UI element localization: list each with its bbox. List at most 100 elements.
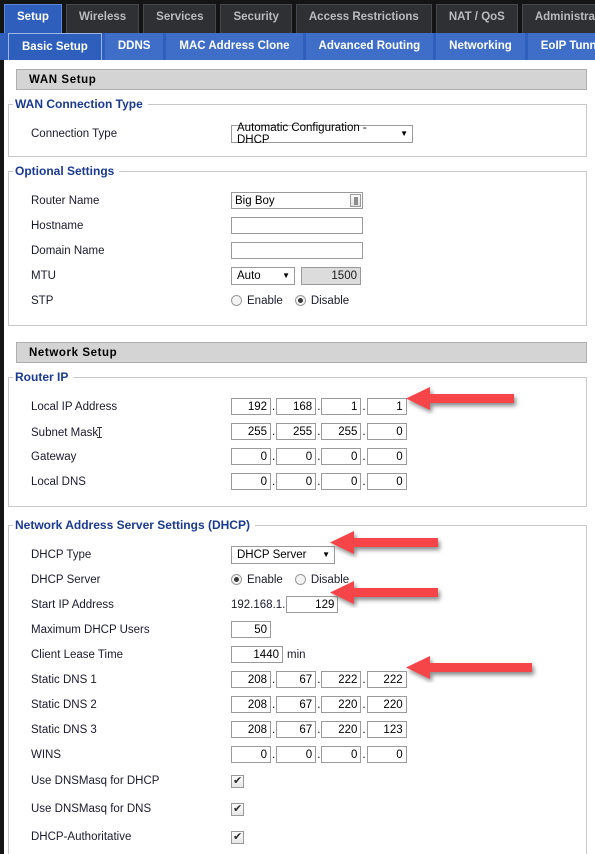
row-static-dns-1: Static DNS 1 . . . xyxy=(9,667,586,692)
tab-access-restrictions[interactable]: Access Restrictions xyxy=(295,4,432,33)
resize-handle-icon[interactable] xyxy=(350,194,361,207)
label-gateway: Gateway xyxy=(31,450,77,463)
tab-nat-qos[interactable]: NAT / QoS xyxy=(435,4,518,33)
subtab-mac-address-clone[interactable]: MAC Address Clone xyxy=(166,33,303,60)
start-ip-last-octet-input[interactable] xyxy=(286,596,339,613)
gateway-octet-3[interactable] xyxy=(321,448,362,465)
tab-setup-label: Setup xyxy=(17,11,49,23)
local-dns-octet-1[interactable] xyxy=(231,473,271,490)
checkbox-use-dnsmasq-for-dhcp[interactable] xyxy=(231,774,244,788)
subtab-mac-address-clone-label: MAC Address Clone xyxy=(179,40,290,52)
chevron-down-icon: ▼ xyxy=(400,129,408,138)
tab-wireless[interactable]: Wireless xyxy=(65,4,140,33)
tab-services[interactable]: Services xyxy=(143,4,217,33)
local-dns-octet-3[interactable] xyxy=(321,473,362,490)
router-name-input[interactable] xyxy=(231,192,363,209)
subnet-mask-octet-3[interactable] xyxy=(321,423,362,440)
tab-services-label: Services xyxy=(156,11,204,23)
group-router-ip: Router IP Local IP Address . . . Subnet … xyxy=(8,370,587,507)
static-dns-1-octet-1[interactable] xyxy=(231,671,271,688)
subtab-advanced-routing-label: Advanced Routing xyxy=(318,40,421,52)
subnet-mask-octet-1[interactable] xyxy=(231,423,271,440)
radio-stp-enable[interactable]: Enable xyxy=(231,295,283,307)
radio-dhcp-server-disable[interactable]: Disable xyxy=(294,574,349,586)
tab-setup[interactable]: Setup xyxy=(4,4,62,33)
maximum-dhcp-users-input[interactable] xyxy=(231,621,271,638)
subtab-advanced-routing[interactable]: Advanced Routing xyxy=(305,33,434,60)
label-dhcp-type: DHCP Type xyxy=(31,548,92,561)
select-dhcp-type[interactable]: DHCP Server ▼ xyxy=(231,545,335,564)
sub-tab-bar: Basic Setup DDNS MAC Address Clone Advan… xyxy=(0,33,595,60)
subtab-ddns[interactable]: DDNS xyxy=(104,33,164,60)
checkbox-dhcp-authoritative[interactable] xyxy=(231,830,244,844)
hostname-input[interactable] xyxy=(231,217,363,234)
static-dns-1-octet-3[interactable] xyxy=(321,671,362,688)
gateway-octet-2[interactable] xyxy=(276,448,317,465)
local-ip-octet-3[interactable] xyxy=(321,398,362,415)
local-ip-octet-1[interactable] xyxy=(231,398,271,415)
subnet-mask-octet-2[interactable] xyxy=(276,423,317,440)
chevron-down-icon: ▼ xyxy=(322,550,330,559)
static-dns-2-octet-1[interactable] xyxy=(231,696,271,713)
select-connection-type[interactable]: Automatic Configuration - DHCP ▼ xyxy=(231,122,413,146)
start-ip-prefix: 192.168.1. xyxy=(231,598,286,611)
row-client-lease-time: Client Lease Time min xyxy=(9,642,586,667)
tab-nat-qos-label: NAT / QoS xyxy=(448,11,505,23)
label-connection-type: Connection Type xyxy=(31,127,118,140)
row-use-dnsmasq-for-dhcp: Use DNSMasq for DHCP xyxy=(9,767,586,795)
subtab-networking[interactable]: Networking xyxy=(436,33,525,60)
gateway-octet-4[interactable] xyxy=(366,448,407,465)
label-local-dns: Local DNS xyxy=(31,475,86,488)
row-use-dnsmasq-for-dns: Use DNSMasq for DNS xyxy=(9,795,586,823)
radio-stp-disable[interactable]: Disable xyxy=(294,295,349,307)
section-header-wan-setup: WAN Setup xyxy=(16,69,587,90)
tab-administration[interactable]: Administratio xyxy=(521,4,595,33)
static-dns-3-octet-4[interactable] xyxy=(366,721,407,738)
local-ip-octet-4[interactable] xyxy=(366,398,407,415)
radio-dhcp-server-disable-dot xyxy=(294,574,306,585)
row-maximum-dhcp-users: Maximum DHCP Users xyxy=(9,617,586,642)
subtab-eoip-tunnel[interactable]: EoIP Tunnel xyxy=(527,33,595,60)
domain-name-input[interactable] xyxy=(231,242,363,259)
checkbox-use-dnsmasq-for-dns[interactable] xyxy=(231,802,244,816)
client-lease-time-input[interactable] xyxy=(231,646,283,663)
static-dns-1-octet-2[interactable] xyxy=(276,671,317,688)
local-ip-octet-2[interactable] xyxy=(276,398,317,415)
tab-access-restrictions-label: Access Restrictions xyxy=(308,11,419,23)
static-dns-2-octet-3[interactable] xyxy=(321,696,362,713)
wins-octet-3[interactable] xyxy=(321,746,362,763)
gateway-octet-1[interactable] xyxy=(231,448,271,465)
section-header-network-setup: Network Setup xyxy=(16,342,587,363)
group-wan-connection-type: WAN Connection Type Connection Type Auto… xyxy=(8,97,587,157)
label-mtu: MTU xyxy=(31,269,56,282)
subnet-mask-octet-4[interactable] xyxy=(366,423,407,440)
local-dns-octet-4[interactable] xyxy=(366,473,407,490)
static-dns-2-octet-4[interactable] xyxy=(366,696,407,713)
subtab-ddns-label: DDNS xyxy=(117,40,151,52)
radio-dhcp-server-enable-label: Enable xyxy=(247,573,283,586)
label-maximum-dhcp-users: Maximum DHCP Users xyxy=(31,623,150,636)
tab-security[interactable]: Security xyxy=(220,4,292,33)
static-dns-3-octet-1[interactable] xyxy=(231,721,271,738)
group-dhcp-settings: Network Address Server Settings (DHCP) D… xyxy=(8,518,587,854)
wins-octet-4[interactable] xyxy=(366,746,407,763)
select-mtu-mode-value: Auto xyxy=(237,269,261,282)
row-gateway: Gateway . . . xyxy=(9,444,586,469)
static-dns-2-octet-2[interactable] xyxy=(276,696,317,713)
radio-dhcp-server-enable[interactable]: Enable xyxy=(231,574,283,586)
static-dns-3-octet-3[interactable] xyxy=(321,721,362,738)
local-dns-octet-2[interactable] xyxy=(276,473,317,490)
subtab-basic-setup[interactable]: Basic Setup xyxy=(8,33,102,60)
row-router-name: Router Name xyxy=(9,188,586,213)
static-dns-1-octet-4[interactable] xyxy=(366,671,407,688)
label-local-ip-address: Local IP Address xyxy=(31,400,118,413)
label-subnet-mask: Subnet Mask xyxy=(31,425,231,439)
label-use-dnsmasq-for-dns: Use DNSMasq for DNS xyxy=(31,803,152,815)
wins-octet-2[interactable] xyxy=(276,746,317,763)
row-dhcp-type: DHCP Type DHCP Server ▼ xyxy=(9,542,586,567)
row-hostname: Hostname xyxy=(9,213,586,238)
wins-octet-1[interactable] xyxy=(231,746,271,763)
static-dns-3-octet-2[interactable] xyxy=(276,721,317,738)
select-mtu-mode[interactable]: Auto ▼ xyxy=(231,266,295,285)
label-dhcp-authoritative: DHCP-Authoritative xyxy=(31,831,132,843)
